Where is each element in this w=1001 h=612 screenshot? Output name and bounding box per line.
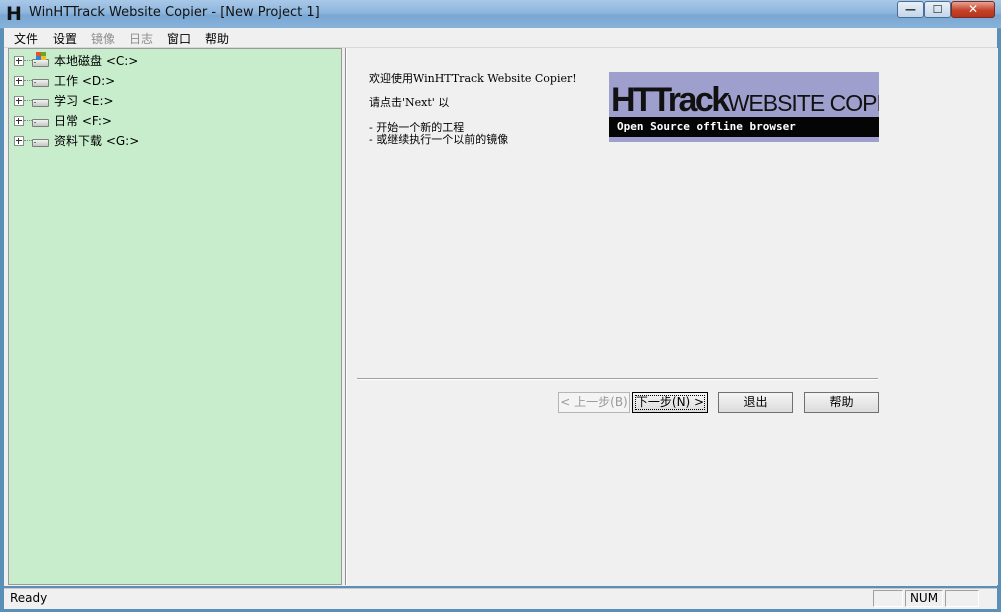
minimize-icon: — <box>905 3 916 16</box>
menu-file[interactable]: 文件 <box>14 30 38 47</box>
drive-tree[interactable]: 本地磁盘 <C:> 工作 <D:> 学习 <E:> 日常 <F:> 资料下载 <… <box>8 48 342 585</box>
menu-mirror[interactable]: 镜像 <box>91 30 115 47</box>
logo-subtitle: Open Source offline browser <box>617 120 796 133</box>
num-lock-indicator: NUM <box>905 590 943 607</box>
drive-icon <box>32 136 49 147</box>
status-bar: Ready NUM <box>4 588 997 609</box>
httrack-logo: HTTrackWEBSITE COPIER Open Source offlin… <box>609 72 879 142</box>
expand-icon[interactable] <box>14 116 24 126</box>
drive-icon <box>32 96 49 107</box>
expand-icon[interactable] <box>14 76 24 86</box>
close-button[interactable]: ✕ <box>951 1 995 18</box>
menu-log[interactable]: 日志 <box>129 30 153 47</box>
tree-item-label: 学习 <E:> <box>54 94 114 108</box>
httrack-app-icon[interactable]: H <box>6 4 24 24</box>
status-text: Ready <box>10 591 48 605</box>
menu-help[interactable]: 帮助 <box>205 30 229 47</box>
maximize-icon: ☐ <box>932 3 943 16</box>
tree-item-label: 日常 <F:> <box>54 114 112 128</box>
maximize-button[interactable]: ☐ <box>924 1 951 18</box>
back-button[interactable]: < 上一步(B) <box>558 392 630 413</box>
tree-item-label: 工作 <D:> <box>54 74 116 88</box>
logo-title: HTTrackWEBSITE COPIER <box>611 81 879 119</box>
drive-icon <box>32 116 49 127</box>
next-button[interactable]: 下一步(N) > <box>632 392 708 413</box>
wizard-panel: 欢迎使用WinHTTrack Website Copier! 请点击'Next'… <box>346 48 998 585</box>
tree-connector <box>24 120 32 121</box>
welcome-text: 欢迎使用WinHTTrack Website Copier! <box>369 72 577 85</box>
expand-icon[interactable] <box>14 96 24 106</box>
tree-item-label: 资料下载 <G:> <box>54 134 140 148</box>
tree-connector <box>24 60 32 61</box>
menu-settings[interactable]: 设置 <box>53 30 77 47</box>
separator-line <box>357 378 878 380</box>
system-drive-icon <box>32 52 49 67</box>
help-button[interactable]: 帮助 <box>804 392 879 413</box>
tree-item-label: 本地磁盘 <C:> <box>54 54 139 68</box>
expand-icon[interactable] <box>14 56 24 66</box>
status-pane-scroll <box>945 590 979 607</box>
minimize-button[interactable]: — <box>897 1 924 18</box>
title-bar: H WinHTTrack Website Copier - [New Proje… <box>0 0 1001 29</box>
menu-bar: 文件 设置 镜像 日志 窗口 帮助 <box>4 28 997 48</box>
window-title: WinHTTrack Website Copier - [New Project… <box>29 5 320 20</box>
tree-connector <box>24 140 32 141</box>
option-continue-mirror: - 或继续执行一个以前的镜像 <box>369 133 509 146</box>
logo-banner: Open Source offline browser <box>609 117 879 137</box>
status-pane-empty <box>873 590 903 607</box>
tree-connector <box>24 80 32 81</box>
tree-connector <box>24 100 32 101</box>
close-icon: ✕ <box>967 2 979 16</box>
drive-icon <box>32 76 49 87</box>
expand-icon[interactable] <box>14 136 24 146</box>
menu-window[interactable]: 窗口 <box>167 30 191 47</box>
client-area: 本地磁盘 <C:> 工作 <D:> 学习 <E:> 日常 <F:> 资料下载 <… <box>4 48 998 586</box>
exit-button[interactable]: 退出 <box>718 392 793 413</box>
instruction-text: 请点击'Next' 以 <box>369 96 450 109</box>
